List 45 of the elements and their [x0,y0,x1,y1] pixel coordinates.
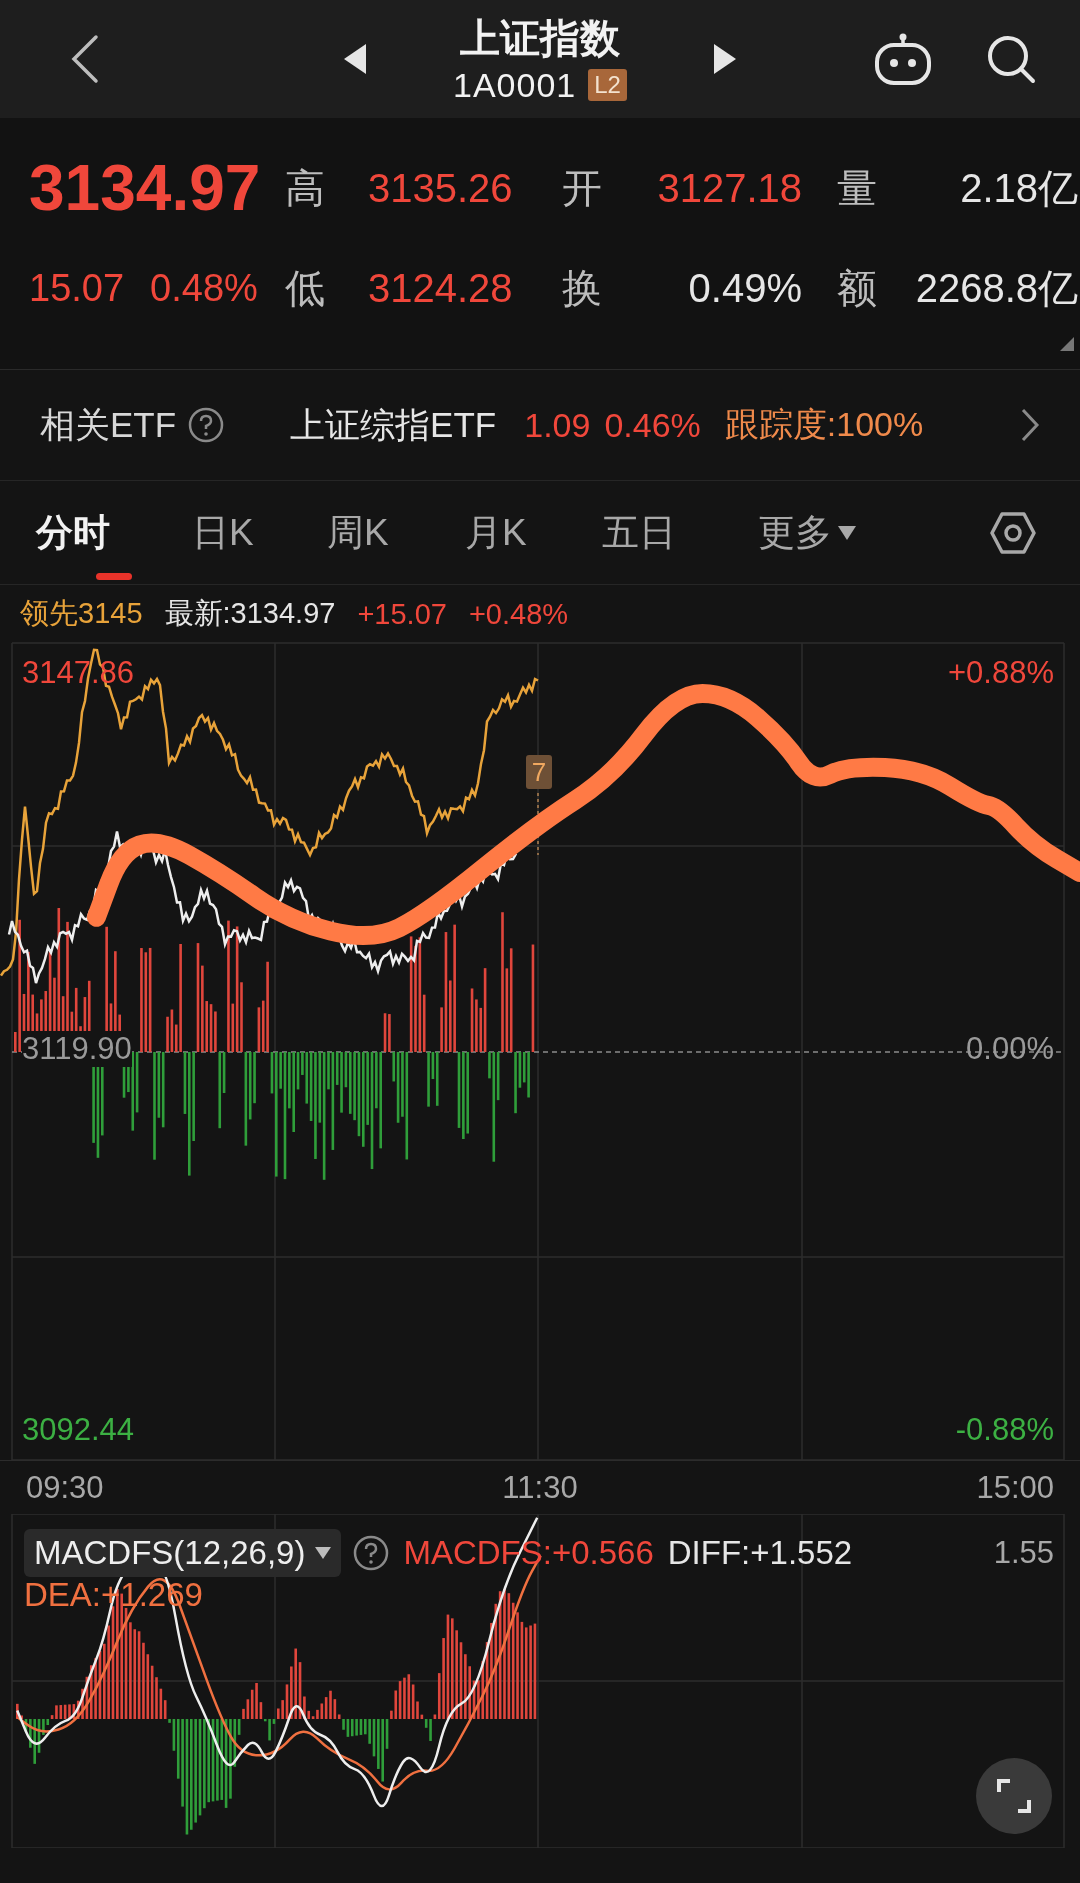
tracking-degree: 跟踪度:100% [724,404,924,445]
legend-value: 领先3145 [20,596,143,631]
more-menu-tab[interactable]: 更多 [758,481,958,584]
percent-axis-label: -0.88% [955,1412,1054,1448]
chart-tab[interactable]: 周K [327,481,465,584]
indicator-dropdown[interactable]: MACDFS(12,26,9) [24,1529,342,1577]
chart-tab[interactable]: 五日 [602,481,758,584]
stat-label: 额 [837,264,878,312]
stat-value: 3124.28 [368,265,513,311]
stock-code: 1A0001 [453,65,577,105]
etf-change-percent: 0.46% [604,405,701,445]
time-label: 15:00 [976,1469,1054,1506]
stat-value: 2268.8亿 [915,264,1079,312]
stat-value: 0.49% [688,265,803,311]
etf-name[interactable]: 上证综指ETF [290,401,497,449]
current-price: 3134.97 [29,150,261,226]
etf-price: 1.09 [524,405,591,445]
stat-label: 换 [562,264,603,312]
price-axis-label: 3119.90 [22,1031,132,1067]
percent-axis-label: 0.00% [966,1031,1054,1067]
scale-label: 1.55 [993,1535,1054,1571]
chart-tab[interactable]: 日K [192,481,327,584]
stat-value: 3127.18 [657,165,803,211]
percent-axis-label: +0.88% [948,655,1054,691]
event-marker[interactable]: 7 [526,755,552,789]
level-badge: L2 [588,69,627,101]
stat-label: 高 [285,164,326,212]
indicator-value: DIFF:+1.552 [667,1534,853,1572]
price-axis-label: 3092.44 [22,1412,135,1448]
chart-tab[interactable]: 分时 [36,481,192,584]
stat-label: 开 [562,164,603,212]
time-label: 11:30 [502,1469,578,1506]
related-etf-label: 相关ETF [40,403,177,446]
chart-tab[interactable]: 月K [465,481,602,584]
stat-label: 量 [837,164,878,212]
legend-value: +0.48% [468,597,569,631]
stat-value: 3135.26 [368,165,513,211]
stock-title: 上证指数 [460,14,620,62]
change-percent: 0.48% [150,266,258,310]
price-change: 15.07 [29,266,125,310]
stat-value: 2.18亿 [960,164,1079,212]
legend-value: +15.07 [357,597,447,631]
time-label: 09:30 [26,1469,104,1506]
stat-label: 低 [285,264,326,312]
legend-value: 最新:3134.97 [164,596,336,631]
